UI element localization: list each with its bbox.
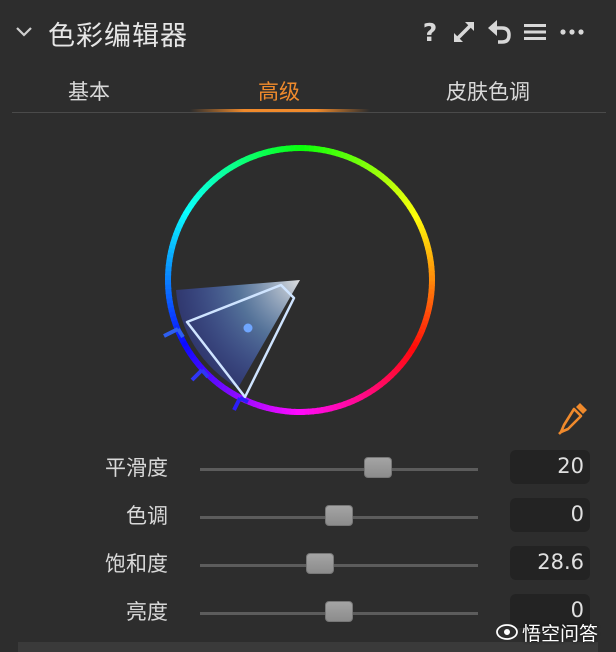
- slider-label: 饱和度: [105, 552, 168, 576]
- slider-track[interactable]: [200, 564, 478, 567]
- slider-thumb[interactable]: [325, 505, 353, 526]
- selected-color-point[interactable]: [243, 323, 253, 333]
- tab-advanced[interactable]: 高级: [258, 76, 300, 106]
- expand-icon[interactable]: [450, 18, 478, 46]
- tab-basic[interactable]: 基本: [68, 76, 110, 106]
- panel-header: 色彩编辑器 ?: [0, 0, 616, 64]
- value-field[interactable]: 0: [510, 498, 590, 532]
- value-field[interactable]: 28.6: [510, 546, 590, 580]
- slider-row-smoothness: 平滑度 20: [0, 448, 616, 488]
- color-range-cone[interactable]: [176, 280, 300, 388]
- slider-label: 色调: [126, 504, 168, 528]
- tab-bar: 基本 高级 皮肤色调: [12, 70, 606, 113]
- color-wheel[interactable]: [150, 130, 450, 430]
- slider-thumb[interactable]: [305, 553, 334, 574]
- watermark-logo-icon: [496, 624, 518, 640]
- slider-row-hue: 色调 0: [0, 496, 616, 536]
- slider-track[interactable]: [200, 468, 478, 471]
- help-icon[interactable]: ?: [416, 18, 444, 47]
- slider-thumb[interactable]: [363, 457, 392, 478]
- menu-icon[interactable]: [521, 18, 549, 46]
- watermark-text: 悟空问答: [522, 622, 599, 645]
- watermark: 悟空问答: [496, 617, 598, 647]
- range-handle-middle[interactable]: [190, 368, 204, 382]
- value-field[interactable]: 20: [510, 450, 590, 484]
- color-editor-panel: 色彩编辑器 ? 基本 高级 皮肤色调 平滑度 20 色调 0 饱和度 28.6 …: [0, 0, 616, 652]
- more-icon[interactable]: [558, 18, 586, 46]
- slider-thumb[interactable]: [325, 601, 353, 622]
- tab-skin-tone[interactable]: 皮肤色调: [446, 76, 530, 106]
- slider-label: 亮度: [126, 600, 168, 624]
- slider-row-saturation: 饱和度 28.6: [0, 544, 616, 584]
- chevron-down-icon[interactable]: [14, 22, 34, 42]
- eyedropper-icon[interactable]: [556, 400, 590, 436]
- reset-icon[interactable]: [485, 18, 513, 46]
- active-tab-indicator: [190, 109, 370, 112]
- slider-label: 平滑度: [105, 456, 168, 480]
- panel-title: 色彩编辑器: [48, 21, 188, 52]
- range-handle-bottom[interactable]: [232, 397, 242, 411]
